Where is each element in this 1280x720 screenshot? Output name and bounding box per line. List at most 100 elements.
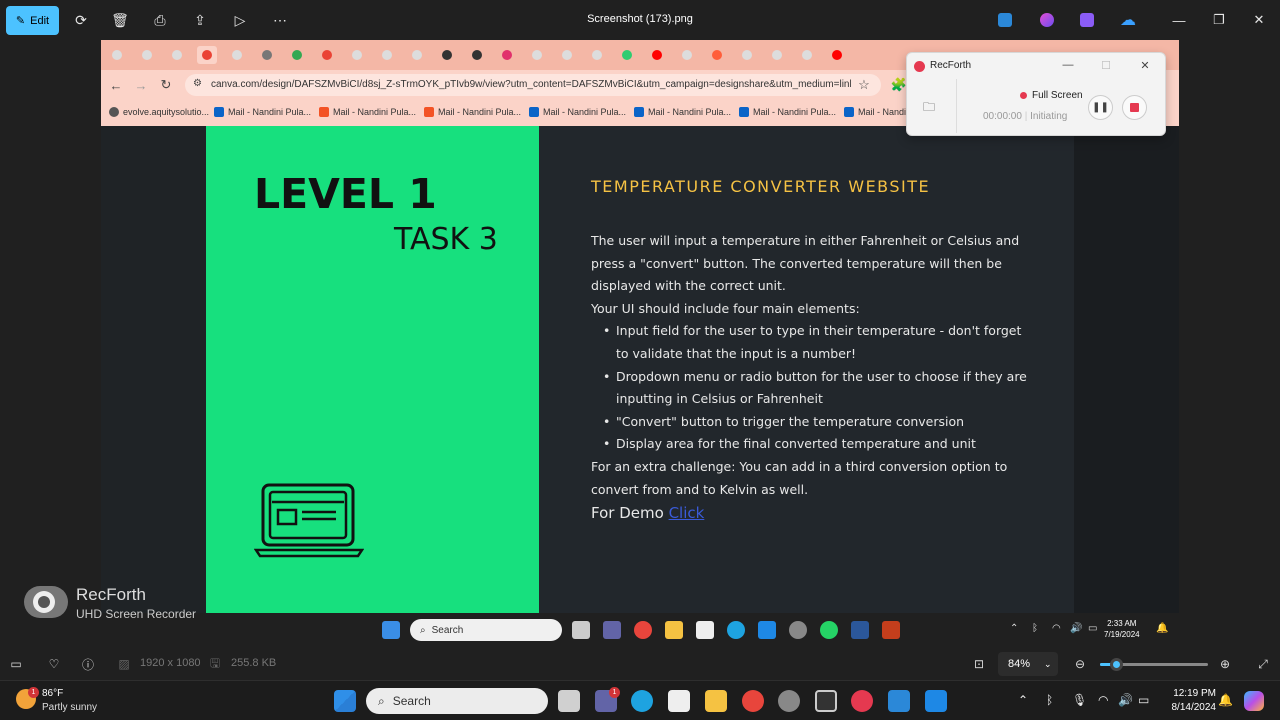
browser-tab[interactable] <box>557 46 577 64</box>
browser-tab[interactable] <box>767 46 787 64</box>
stop-button[interactable] <box>1122 95 1147 120</box>
bluetooth-icon[interactable]: ᛒ <box>1046 693 1053 707</box>
close-icon[interactable]: ✕ <box>1137 57 1153 73</box>
store-icon[interactable] <box>668 690 690 712</box>
file-explorer-icon[interactable] <box>705 690 727 712</box>
fit-to-screen-icon[interactable]: ⊡ <box>971 656 987 672</box>
edge-icon[interactable] <box>727 621 745 639</box>
browser-tab[interactable] <box>107 46 127 64</box>
settings-icon[interactable] <box>778 690 800 712</box>
browser-tab[interactable] <box>227 46 247 64</box>
wifi-icon[interactable]: ◠ <box>1098 693 1108 707</box>
browser-tab[interactable] <box>677 46 697 64</box>
battery-icon[interactable]: ▭ <box>1088 623 1097 634</box>
file-explorer-icon[interactable] <box>665 621 683 639</box>
demo-link[interactable]: Click <box>669 504 705 522</box>
maximize-icon[interactable]: ☐ <box>1098 57 1114 73</box>
browser-tab[interactable] <box>467 46 487 64</box>
battery-icon[interactable]: ▭ <box>1138 693 1149 707</box>
address-bar[interactable]: ⚙ canva.com/design/DAFSZMvBiCI/d8sj_Z-sT… <box>185 74 881 96</box>
minimize-icon[interactable]: — <box>1060 57 1076 73</box>
browser-tab[interactable] <box>617 46 637 64</box>
browser-tab[interactable] <box>797 46 817 64</box>
vscode-icon[interactable] <box>758 621 776 639</box>
notification-bell-icon[interactable]: 🔔 <box>1156 623 1168 634</box>
info-icon[interactable]: ⓘ <box>80 656 96 672</box>
edge-icon[interactable] <box>631 690 653 712</box>
terminal-icon[interactable] <box>815 690 837 712</box>
browser-tab[interactable] <box>257 46 277 64</box>
site-info-icon[interactable]: ⚙ <box>193 78 202 89</box>
browser-tab[interactable] <box>317 46 337 64</box>
slideshow-icon[interactable]: ▷ <box>230 10 250 30</box>
bookmark-item[interactable]: Mail - Nandini Pula... <box>424 107 521 117</box>
settings-icon[interactable] <box>789 621 807 639</box>
forward-icon[interactable]: → <box>133 77 149 93</box>
photos-icon[interactable] <box>888 690 910 712</box>
wifi-icon[interactable]: ◠ <box>1052 623 1061 634</box>
browser-tab[interactable] <box>587 46 607 64</box>
notification-bell-icon[interactable]: 🔔 <box>1218 693 1233 707</box>
bluetooth-icon[interactable]: ᛒ <box>1032 623 1038 634</box>
taskbar-clock[interactable]: 12:19 PM 8/14/2024 <box>1162 687 1217 715</box>
taskbar-search-box[interactable]: ⌕ Search <box>366 688 548 714</box>
browser-tab[interactable] <box>647 46 667 64</box>
browser-tab[interactable] <box>137 46 157 64</box>
zoom-in-icon[interactable]: ⊕ <box>1217 656 1233 672</box>
zoom-slider-thumb[interactable] <box>1110 658 1124 671</box>
bookmark-item[interactable]: Mail - Nandini Pula... <box>529 107 626 117</box>
browser-tab[interactable] <box>497 46 517 64</box>
clipchamp-icon[interactable] <box>1080 13 1094 27</box>
word-icon[interactable] <box>851 621 869 639</box>
photos-editor-icon[interactable] <box>998 13 1012 27</box>
filmstrip-icon[interactable]: ▭ <box>8 656 24 672</box>
copilot-icon[interactable] <box>1244 691 1264 711</box>
whatsapp-icon[interactable] <box>820 621 838 639</box>
chevron-up-icon[interactable]: ⌃ <box>1018 693 1028 707</box>
zoom-out-icon[interactable]: ⊖ <box>1072 656 1088 672</box>
bookmark-item[interactable]: Mail - Nandini Pula... <box>214 107 311 117</box>
pause-button[interactable]: ❚❚ <box>1088 95 1113 120</box>
browser-tab[interactable] <box>827 46 847 64</box>
browser-tab[interactable] <box>197 46 217 64</box>
browser-tab[interactable] <box>167 46 187 64</box>
store-icon[interactable] <box>696 621 714 639</box>
back-icon[interactable]: ← <box>108 77 124 93</box>
close-icon[interactable]: ✕ <box>1249 10 1269 30</box>
chevron-up-icon[interactable]: ⌃ <box>1010 623 1018 634</box>
recforth-icon[interactable] <box>851 690 873 712</box>
volume-icon[interactable]: 🔊 <box>1118 693 1133 707</box>
share-icon[interactable]: ⇪ <box>190 10 210 30</box>
browser-tab[interactable] <box>437 46 457 64</box>
extension-icon[interactable]: 🧩 <box>891 77 907 93</box>
recorded-search-box[interactable]: ⌕ Search <box>410 619 562 641</box>
browser-tab[interactable] <box>407 46 427 64</box>
chrome-icon[interactable] <box>634 621 652 639</box>
fullscreen-icon[interactable]: ⤢ <box>1255 656 1271 672</box>
task-view-icon[interactable] <box>558 690 580 712</box>
bookmark-item[interactable]: Mail - Nandini Pula... <box>634 107 731 117</box>
browser-tab[interactable] <box>347 46 367 64</box>
microphone-icon[interactable]: 🎙 <box>1072 693 1087 707</box>
bookmark-item[interactable]: evolve.aquitysolutio... <box>109 107 209 117</box>
edit-button[interactable]: ✎ Edit <box>6 6 59 35</box>
start-icon[interactable] <box>382 621 400 639</box>
browser-tab[interactable] <box>377 46 397 64</box>
vscode-icon[interactable] <box>925 690 947 712</box>
print-icon[interactable]: ⎙ <box>150 10 170 30</box>
bookmark-item[interactable]: Mail - Nandini Pula... <box>319 107 416 117</box>
powerpoint-icon[interactable] <box>882 621 900 639</box>
zoom-slider[interactable] <box>1100 658 1208 671</box>
browser-tab[interactable] <box>737 46 757 64</box>
start-icon[interactable] <box>334 690 356 712</box>
teams-icon[interactable] <box>603 621 621 639</box>
onedrive-icon[interactable]: ☁ <box>1118 10 1138 30</box>
chrome-icon[interactable] <box>742 690 764 712</box>
folder-icon[interactable]: 🗀 <box>923 98 939 114</box>
task-view-icon[interactable] <box>572 621 590 639</box>
volume-icon[interactable]: 🔊 <box>1070 623 1082 634</box>
rotate-icon[interactable]: ⟳ <box>71 10 91 30</box>
browser-tab[interactable] <box>707 46 727 64</box>
more-options-icon[interactable]: ⋯ <box>270 10 290 30</box>
delete-icon[interactable]: 🗑 <box>110 10 130 30</box>
